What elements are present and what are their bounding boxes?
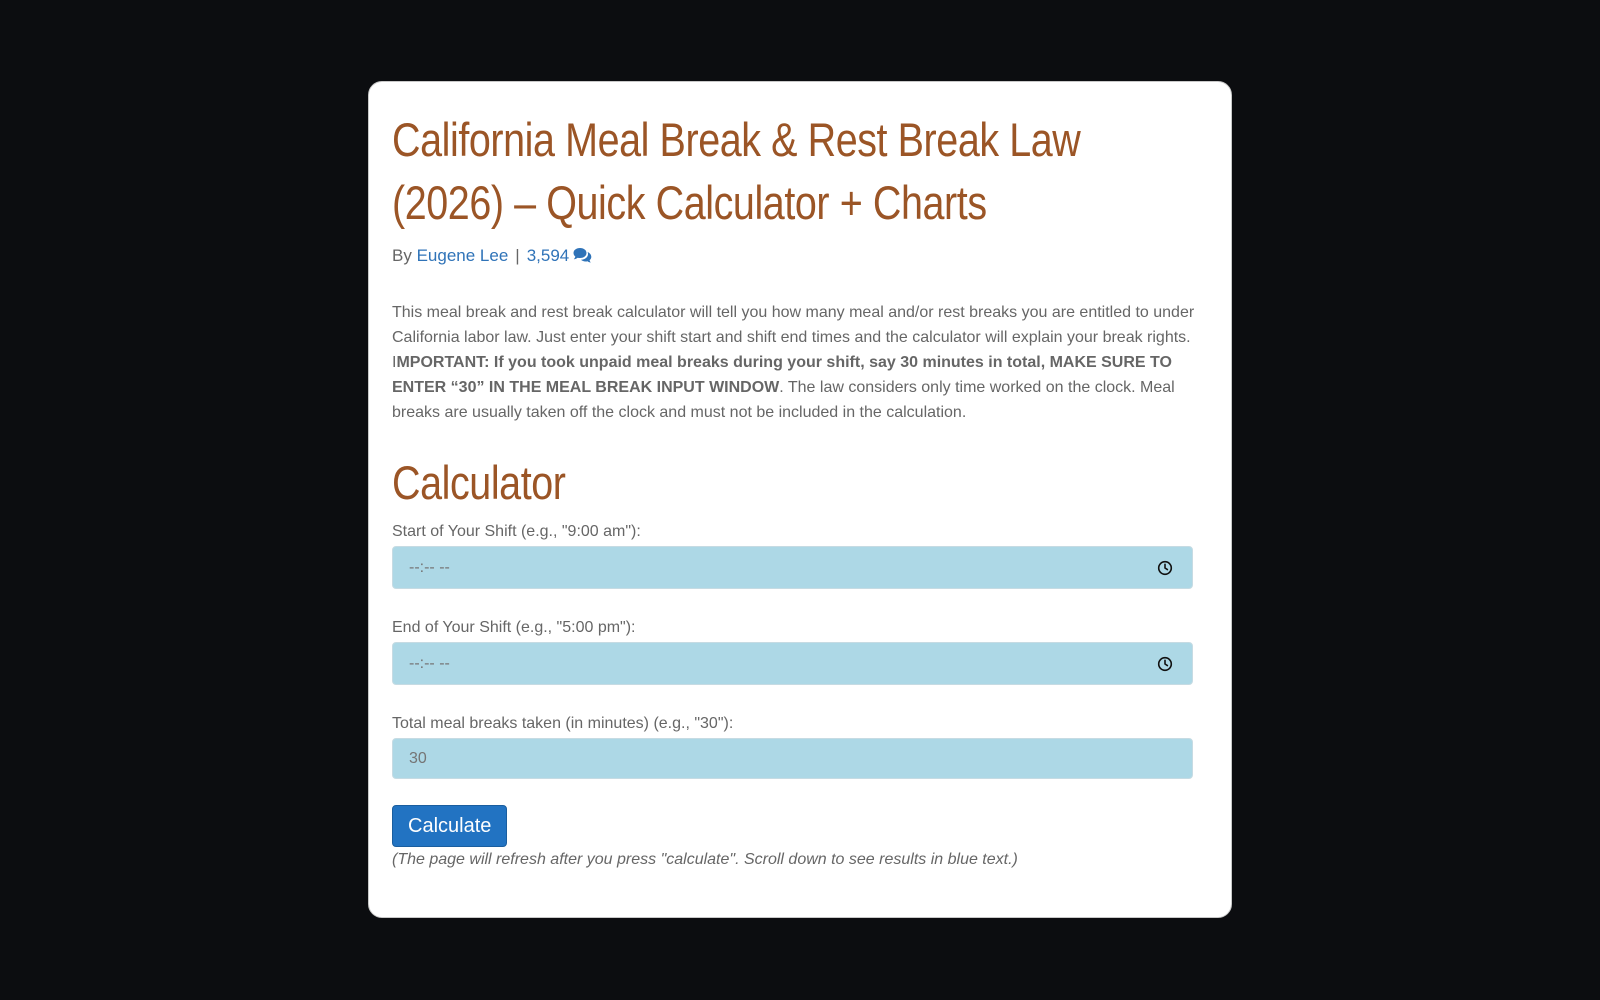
byline-prefix: By [392, 246, 412, 265]
meal-break-field[interactable] [409, 749, 1109, 768]
start-shift-label: Start of Your Shift (e.g., "9:00 am"): [392, 523, 641, 540]
meal-break-group: Total meal breaks taken (in minutes) (e.… [392, 714, 1208, 779]
comments-link[interactable]: 3,594 [527, 246, 593, 265]
calculate-button[interactable]: Calculate [392, 805, 508, 847]
meal-break-input[interactable] [392, 738, 1193, 779]
page-title: California Meal Break & Rest Break Law (… [392, 113, 1081, 229]
end-shift-group: End of Your Shift (e.g., "5:00 pm"): [392, 618, 1208, 685]
start-shift-field[interactable] [409, 558, 1109, 577]
refresh-note: (The page will refresh after you press "… [392, 851, 1018, 868]
clock-icon[interactable] [1157, 560, 1173, 576]
comment-count: 3,594 [526, 246, 570, 265]
start-shift-group: Start of Your Shift (e.g., "9:00 am"): [392, 522, 1208, 589]
meal-break-label: Total meal breaks taken (in minutes) (e.… [392, 715, 734, 732]
author-link[interactable]: Eugene Lee [417, 246, 509, 265]
start-shift-input[interactable] [392, 546, 1193, 589]
intro-paragraph: This meal break and rest break calculato… [392, 300, 1197, 425]
end-shift-input[interactable] [392, 642, 1193, 685]
calculator-heading: Calculator [392, 456, 566, 509]
article-card: California Meal Break & Rest Break Law (… [368, 81, 1232, 918]
byline: By Eugene Lee | 3,594 [392, 244, 1208, 270]
end-shift-field[interactable] [409, 654, 1109, 673]
byline-separator: | [515, 246, 520, 265]
end-shift-label: End of Your Shift (e.g., "5:00 pm"): [392, 619, 636, 636]
clock-icon[interactable] [1157, 656, 1173, 672]
comments-icon [573, 246, 592, 270]
